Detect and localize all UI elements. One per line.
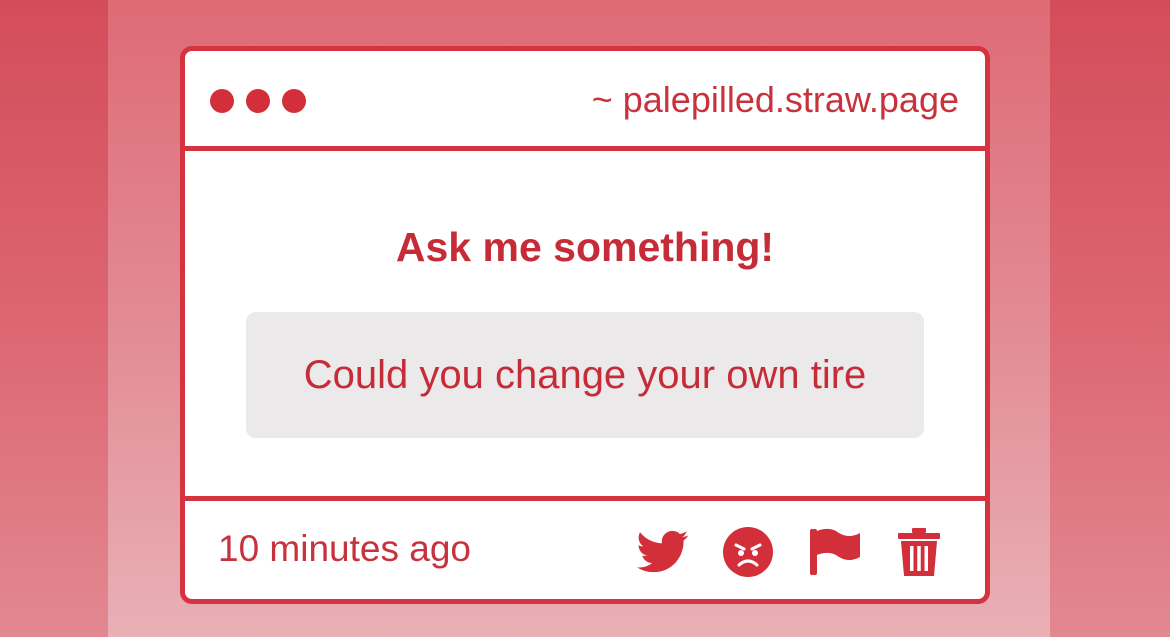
flag-icon <box>810 528 860 575</box>
window-controls <box>210 89 306 113</box>
card-content: Ask me something! Could you change your … <box>185 151 985 496</box>
question-card: ~ palepilled.straw.page Ask me something… <box>180 46 990 604</box>
delete-button[interactable] <box>891 525 947 579</box>
react-angry-button[interactable] <box>720 525 776 579</box>
angry-face-icon <box>723 527 773 577</box>
report-button[interactable] <box>807 525 863 579</box>
question-text: Could you change your own tire <box>303 352 867 397</box>
question-box: Could you change your own tire <box>246 312 924 438</box>
page-url[interactable]: ~ palepilled.straw.page <box>592 79 959 121</box>
window-dot-2[interactable] <box>246 89 270 113</box>
twitter-icon <box>637 530 689 573</box>
card-footer: 10 minutes ago <box>185 496 985 599</box>
prompt-title: Ask me something! <box>395 224 775 270</box>
window-titlebar: ~ palepilled.straw.page <box>185 51 985 151</box>
trash-icon <box>898 528 940 576</box>
window-dot-1[interactable] <box>210 89 234 113</box>
window-dot-3[interactable] <box>282 89 306 113</box>
share-twitter-button[interactable] <box>635 525 691 579</box>
action-bar <box>185 525 985 579</box>
